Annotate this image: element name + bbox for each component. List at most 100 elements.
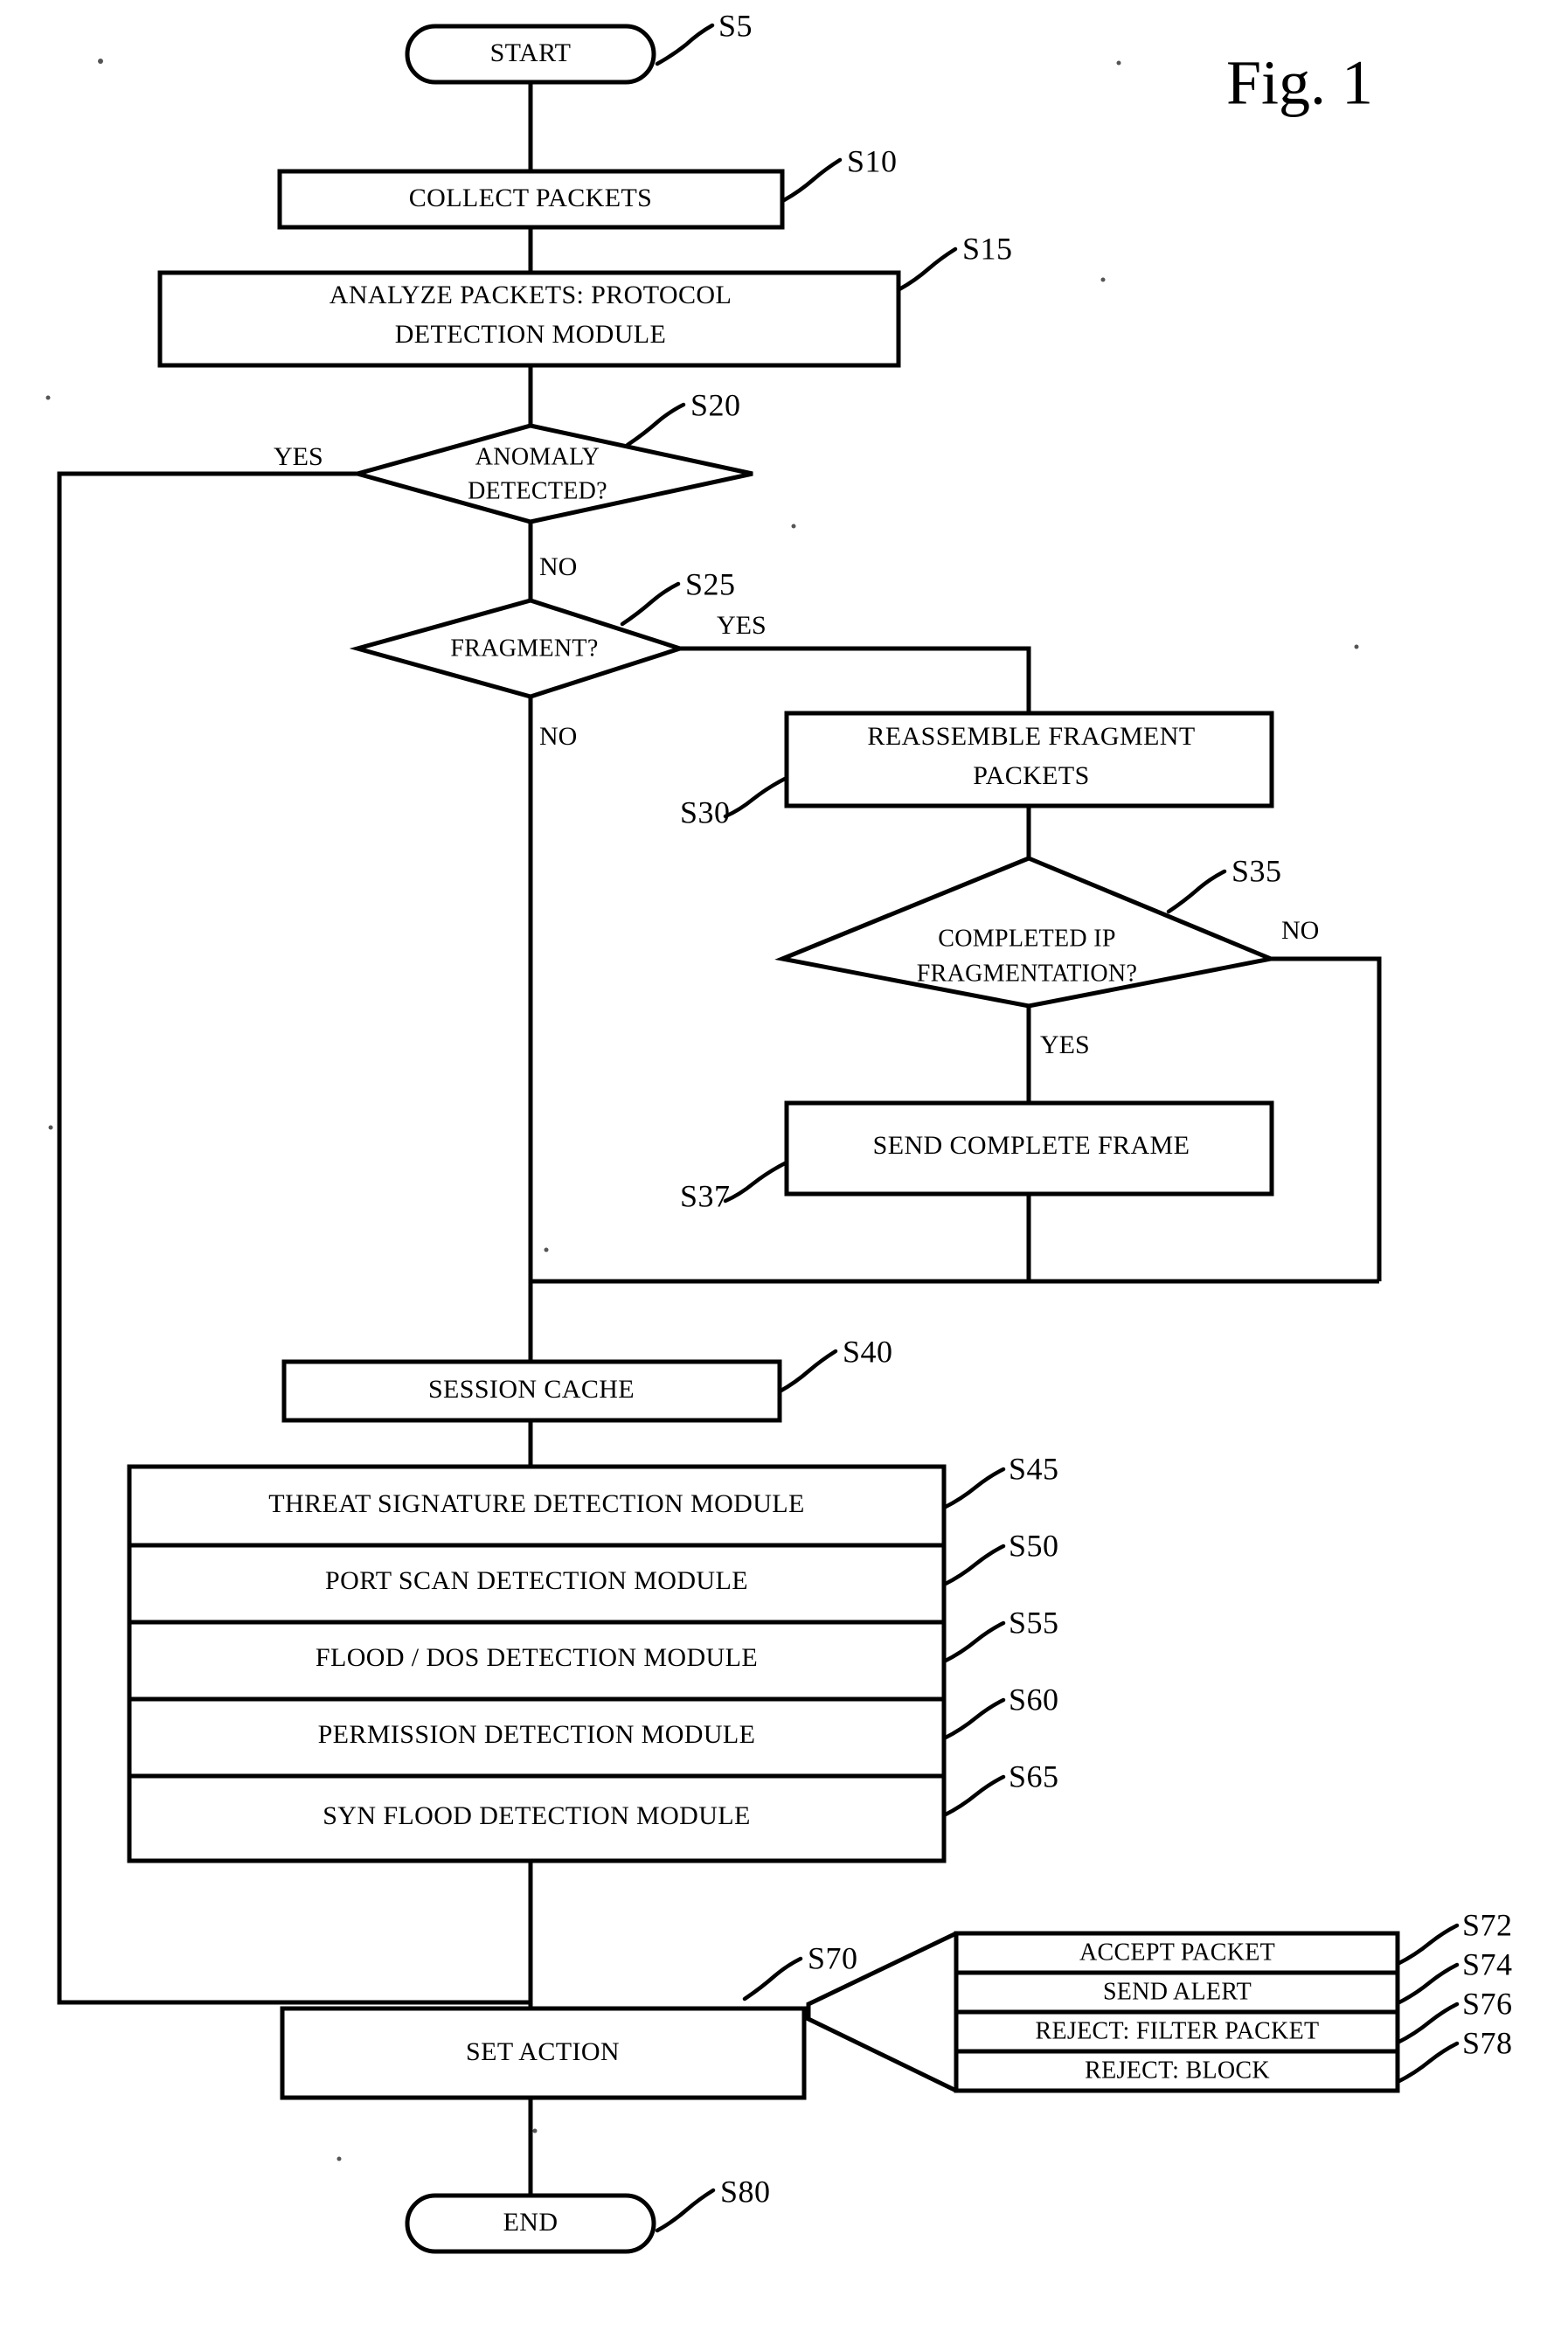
send-complete-frame-label: SEND COMPLETE FRAME <box>873 1131 1190 1160</box>
ref-s5: S5 <box>718 8 753 43</box>
ref-s55: S55 <box>1009 1605 1059 1640</box>
figure-title: Fig. 1 <box>1226 48 1373 118</box>
leader-s50 <box>941 1544 1006 1587</box>
ref-s72: S72 <box>1462 1907 1513 1942</box>
ref-s35: S35 <box>1232 853 1282 888</box>
ref-s20-group: S20 <box>625 387 741 447</box>
ref-s37: S37 <box>680 1178 731 1213</box>
connector-completed-no-loop <box>1271 956 1382 1281</box>
completed-fragmentation-label-line1: COMPLETED IP <box>938 925 1116 952</box>
node-set-action: SET ACTION <box>280 2006 807 2100</box>
leader-s45 <box>941 1467 1006 1510</box>
detection-module-label-3: PERMISSION DETECTION MODULE <box>318 1720 756 1749</box>
ref-s45: S45 <box>1009 1451 1059 1486</box>
ref-s78: S78 <box>1462 2025 1513 2060</box>
node-analyze-packets: ANALYZE PACKETS: PROTOCOL DETECTION MODU… <box>157 270 901 368</box>
action-label-0: ACCEPT PACKET <box>1079 1939 1275 1966</box>
leader-s60 <box>941 1697 1006 1741</box>
detection-module-refs: S45 S50 S55 S60 S65 <box>941 1451 1059 1818</box>
leader-s55 <box>941 1620 1006 1664</box>
analyze-packets-label-line2: DETECTION MODULE <box>395 320 667 349</box>
ref-s80: S80 <box>720 2174 771 2209</box>
node-anomaly-decision: ANOMALY DETECTED? <box>349 423 753 524</box>
collect-packets-label: COLLECT PACKETS <box>409 184 653 212</box>
node-completed-fragmentation-decision: COMPLETED IP FRAGMENTATION? <box>774 856 1279 1009</box>
leader-s20 <box>625 402 686 447</box>
leader-s70 <box>742 1956 803 2002</box>
leader-s5 <box>655 23 715 66</box>
anomaly-no-label: NO <box>539 552 577 581</box>
ref-s40: S40 <box>843 1334 893 1369</box>
completed-no-label: NO <box>1281 916 1319 945</box>
leader-s25 <box>620 581 681 627</box>
detection-module-label-1: PORT SCAN DETECTION MODULE <box>325 1566 748 1595</box>
anomaly-decision-shape <box>349 423 753 524</box>
leader-s10 <box>781 157 843 203</box>
detection-module-label-0: THREAT SIGNATURE DETECTION MODULE <box>268 1489 804 1518</box>
ref-s30: S30 <box>680 794 731 829</box>
session-cache-label: SESSION CACHE <box>428 1375 635 1404</box>
leader-s30 <box>723 775 789 819</box>
ref-s10-group: S10 <box>781 143 898 203</box>
connector-fragment-yes-to-reassemble <box>680 646 1031 713</box>
leader-s78 <box>1395 2041 1460 2085</box>
leader-s74 <box>1395 1962 1460 2006</box>
reassemble-packets-label-line2: PACKETS <box>973 761 1089 790</box>
ref-s50: S50 <box>1009 1528 1059 1563</box>
fragment-decision-label: FRAGMENT? <box>450 635 598 662</box>
ref-s5-group: S5 <box>655 8 753 66</box>
ref-s15-group: S15 <box>897 231 1013 292</box>
completed-yes-label: YES <box>1040 1030 1090 1059</box>
patent-figure-page: START S5 COLLECT PACKETS S10 ANALYZE PAC… <box>0 0 1568 2345</box>
ref-s40-group: S40 <box>777 1334 893 1394</box>
start-label: START <box>490 38 572 67</box>
ref-s74: S74 <box>1462 1946 1513 1981</box>
action-label-2: REJECT: FILTER PACKET <box>1036 2017 1320 2044</box>
action-label-1: SEND ALERT <box>1103 1978 1252 2005</box>
node-fragment-decision: FRAGMENT? <box>349 598 688 699</box>
leader-s72 <box>1395 1923 1460 1967</box>
detection-module-label-4: SYN FLOOD DETECTION MODULE <box>323 1801 751 1830</box>
leader-s65 <box>941 1774 1006 1818</box>
leader-s35 <box>1166 869 1227 914</box>
ref-s20: S20 <box>690 387 741 422</box>
ref-s80-group: S80 <box>655 2174 771 2233</box>
fragment-yes-label: YES <box>717 611 767 640</box>
reassemble-packets-label-line1: REASSEMBLE FRAGMENT <box>867 722 1195 751</box>
flowchart-canvas: START S5 COLLECT PACKETS S10 ANALYZE PAC… <box>45 8 1513 2254</box>
ref-s76: S76 <box>1462 1986 1513 2021</box>
ref-s60: S60 <box>1009 1682 1059 1717</box>
leader-s15 <box>897 246 958 292</box>
node-reassemble-packets: REASSEMBLE FRAGMENT PACKETS <box>784 711 1274 808</box>
node-session-cache: SESSION CACHE <box>281 1359 782 1423</box>
leader-s40 <box>777 1349 838 1394</box>
node-collect-packets: COLLECT PACKETS <box>277 169 785 230</box>
ref-s37-group: S37 <box>680 1160 789 1213</box>
ref-s70: S70 <box>808 1940 858 1975</box>
anomaly-decision-label-line1: ANOMALY <box>475 443 600 470</box>
node-send-complete-frame: SEND COMPLETE FRAME <box>784 1100 1274 1197</box>
ref-s35-group: S35 <box>1166 853 1282 914</box>
anomaly-decision-label-line2: DETECTED? <box>468 477 607 504</box>
leader-s76 <box>1395 2002 1460 2045</box>
completed-fragmentation-label-line2: FRAGMENTATION? <box>917 960 1137 987</box>
detection-module-stack: THREAT SIGNATURE DETECTION MODULE PORT S… <box>127 1464 947 1863</box>
action-label-3: REJECT: BLOCK <box>1085 2057 1270 2084</box>
analyze-packets-label-line1: ANALYZE PACKETS: PROTOCOL <box>330 281 732 309</box>
ref-s10: S10 <box>847 143 898 178</box>
ref-s65: S65 <box>1009 1759 1059 1793</box>
set-action-label: SET ACTION <box>466 2037 620 2066</box>
end-label: END <box>503 2208 559 2237</box>
fragment-no-label: NO <box>539 722 577 751</box>
leader-s80 <box>655 2188 716 2233</box>
action-list-refs: S72 S74 S76 S78 <box>1395 1907 1513 2085</box>
action-list-stack: ACCEPT PACKET SEND ALERT REJECT: FILTER … <box>954 1931 1400 2093</box>
leader-s37 <box>723 1160 789 1204</box>
detection-module-label-2: FLOOD / DOS DETECTION MODULE <box>316 1643 758 1672</box>
ref-s25: S25 <box>685 566 736 601</box>
node-end: END <box>405 2193 656 2254</box>
ref-s30-group: S30 <box>680 775 789 829</box>
ref-s15: S15 <box>962 231 1013 266</box>
node-start: START <box>405 24 656 85</box>
anomaly-yes-label: YES <box>274 442 323 471</box>
